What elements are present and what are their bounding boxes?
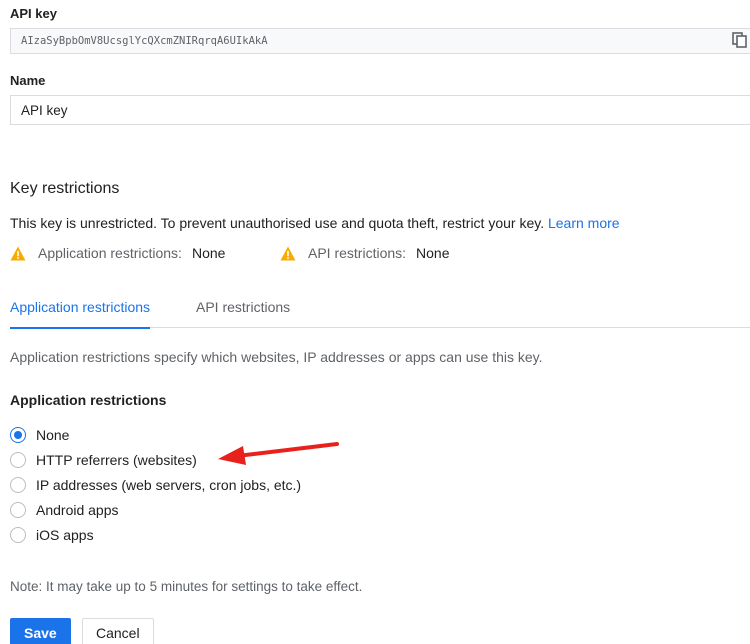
- key-restrictions-title: Key restrictions: [10, 180, 120, 197]
- radio-button[interactable]: [10, 526, 26, 543]
- radio-label: Android apps: [36, 501, 119, 518]
- settings-note: Note: It may take up to 5 minutes for se…: [10, 579, 363, 594]
- copy-icon[interactable]: [731, 31, 749, 49]
- name-input[interactable]: [10, 95, 750, 125]
- red-arrow-annotation: [218, 442, 339, 465]
- api-restrictions-status-label: API restrictions:: [308, 245, 407, 261]
- cancel-button[interactable]: Cancel: [82, 618, 154, 644]
- save-button[interactable]: Save: [10, 618, 71, 644]
- tab-api-restrictions[interactable]: API restrictions: [196, 290, 290, 328]
- radio-option-android-apps[interactable]: Android apps: [10, 497, 301, 522]
- api-restrictions-status: API restrictions: None: [280, 244, 450, 262]
- api-key-label: API key: [10, 6, 57, 21]
- radio-button[interactable]: [10, 451, 26, 468]
- api-key-value: AIzaSyBpbOmV8UcsglYcQXcmZNIRqrqA6UIkAkA: [10, 28, 750, 54]
- radio-label: IP addresses (web servers, cron jobs, et…: [36, 476, 302, 493]
- application-restrictions-description: Application restrictions specify which w…: [10, 349, 543, 365]
- warning-icon: [10, 246, 26, 260]
- api-key-edit-page: API key AIzaSyBpbOmV8UcsglYcQXcmZNIRqrqA…: [0, 0, 750, 644]
- restriction-tabs: Application restrictions API restriction…: [10, 290, 750, 329]
- radio-label: iOS apps: [36, 526, 94, 543]
- radio-label: HTTP referrers (websites): [36, 451, 197, 468]
- unrestricted-message: This key is unrestricted. To prevent una…: [10, 215, 620, 231]
- tab-application-restrictions[interactable]: Application restrictions: [10, 290, 151, 329]
- radio-label: None: [36, 426, 70, 443]
- radio-button[interactable]: [10, 476, 26, 493]
- radio-button[interactable]: [10, 501, 26, 518]
- application-restrictions-status-label: Application restrictions:: [38, 245, 182, 261]
- application-restrictions-status-value: None: [191, 245, 226, 261]
- learn-more-link[interactable]: Learn more: [548, 215, 620, 231]
- radio-button[interactable]: [10, 426, 26, 443]
- name-label: Name: [10, 73, 46, 88]
- application-restrictions-status: Application restrictions: None: [10, 244, 225, 262]
- radio-option-ip-addresses[interactable]: IP addresses (web servers, cron jobs, et…: [10, 472, 301, 497]
- warning-icon: [280, 246, 296, 260]
- api-restrictions-status-value: None: [416, 245, 450, 261]
- unrestricted-text: This key is unrestricted. To prevent una…: [10, 215, 545, 231]
- application-restrictions-group-title: Application restrictions: [10, 392, 167, 408]
- radio-option-ios-apps[interactable]: iOS apps: [10, 522, 301, 547]
